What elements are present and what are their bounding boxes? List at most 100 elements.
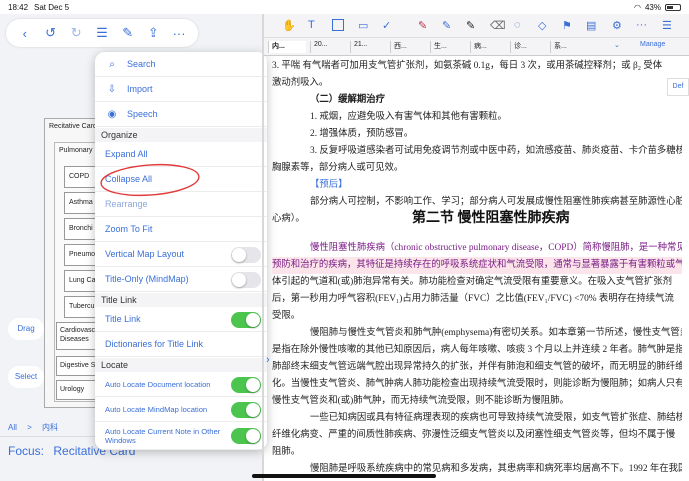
mindmap-node-label: COPD [69,173,90,180]
breadcrumb: All > 内科 [8,422,58,433]
hand-icon[interactable]: ✋ [282,19,296,32]
status-time: 18:42 [8,3,29,12]
menu-dictionaries[interactable]: Dictionaries for Title Link [95,332,267,357]
chevron-down-icon[interactable]: ⌄ [614,41,620,49]
breadcrumb-separator: > [27,423,32,432]
undo-icon[interactable]: ↺ [43,25,59,41]
mindmap-node-label: Lung Ca [69,277,96,284]
pen-red-icon[interactable]: ✎ [418,19,427,32]
doc-heading: （二）缓解期治疗 [310,95,386,105]
tab-6[interactable]: 病... [470,41,506,53]
doc-line: 2. 增强体质，预防感冒。 [310,129,414,139]
pages-icon[interactable]: ☰ [662,19,672,32]
menu-title-link[interactable]: Title Link [95,307,267,332]
vertical-map-layout-toggle[interactable] [231,247,261,263]
menu-label: Search [127,59,156,69]
lasso-icon[interactable]: ◌ [514,19,521,31]
drag-button[interactable]: Drag [8,318,44,340]
shapes-icon[interactable]: ◇ [538,19,546,32]
select-button[interactable]: Select [8,366,44,388]
manage-button[interactable]: Manage [640,41,665,48]
more-icon[interactable]: ··· [171,26,187,41]
bookmark-icon[interactable]: ⚑ [562,19,572,32]
mindmap-node-pulmonary[interactable]: Pulmonary [59,147,92,154]
eraser-icon[interactable]: ⌫ [490,19,506,32]
document-tabs: 内... 20... 21... 西... 生... 病... 诊... 系..… [264,38,689,56]
doc-line: 阻肺。 [272,447,301,457]
split-divider[interactable] [262,14,264,481]
doc-line: 慢阻肺与慢性支气管炎和肺气肿(emphysema)有密切关系。如本章第一节所述，… [310,328,682,338]
menu-auto-locate-mindmap[interactable]: Auto Locate MindMap location [95,397,267,422]
status-right: ◠ 43% [634,3,681,12]
doc-line: 化。当慢性支气管炎、肺气肿病人肺功能检查出现持续气流受限时，则能诊断为慢阻肺；如… [272,379,682,389]
search-icon: ⌕ [109,58,115,70]
breadcrumb-item[interactable]: 内科 [42,423,58,432]
pen-black-icon[interactable]: ✎ [466,19,475,32]
menu-label: Dictionaries for Title Link [105,339,204,349]
check-icon[interactable]: ✓ [382,19,391,32]
document-page: 3. 平喘 有气喘者可加用支气管扩张剂，如氨茶碱 0.1g，每日 3 次，或用茶… [272,58,684,478]
redo-icon[interactable]: ↻ [68,25,84,41]
tab-8[interactable]: 系... [550,41,586,53]
chevron-right-icon[interactable]: › [266,354,270,366]
title-link-toggle[interactable] [231,312,261,328]
menu-import[interactable]: ⇩ Import [95,77,267,102]
menu-search[interactable]: ⌕ Search [95,52,267,77]
tab-3[interactable]: 21... [350,41,386,53]
note-icon[interactable]: ▤ [586,19,596,32]
list-icon[interactable]: ☰ [94,25,110,41]
menu-label: Import [127,84,153,94]
mindmap-node-label: Bronchi [69,225,93,232]
organize-header: Organize [95,128,267,142]
menu-label: Expand All [105,149,148,159]
mindmap-node-label: Asthma [69,199,93,206]
auto-locate-note-toggle[interactable] [231,428,261,444]
menu-auto-locate-note[interactable]: Auto Locate Current Note in Other Window… [95,422,267,450]
share-icon[interactable]: ⇪ [145,25,161,41]
doc-line: 肺部终末细支气管远端气腔出现异常持久的扩张，并伴有肺泡和细支气管的破坏，而无明显… [272,362,682,372]
auto-locate-document-toggle[interactable] [231,377,261,393]
menu-label: Zoom To Fit [105,224,153,234]
mindmap-node-label: Urology [60,386,85,393]
doc-line: 3. 平喘 有气喘者可加用支气管扩张剂，如氨茶碱 0.1g，每日 3 次，或用茶… [272,61,663,71]
more-icon[interactable]: ··· [636,19,647,31]
tab-1[interactable]: 内... [268,41,306,53]
rectangle-select-icon[interactable] [332,19,344,31]
doc-line: 胸腺素等，部分病人或可见效。 [272,163,404,173]
text-select-icon[interactable]: T [308,19,315,31]
menu-speech[interactable]: ◉ Speech [95,102,267,127]
pen-blue-icon[interactable]: ✎ [442,19,451,32]
battery-icon [665,4,681,11]
tab-4[interactable]: 西... [390,41,426,53]
chevron-left-icon[interactable]: ‹ [17,26,33,41]
menu-auto-locate-document[interactable]: Auto Locate Document location [95,372,267,397]
mindmap-root[interactable]: Recitative Card [49,123,97,130]
edit-icon[interactable]: ✎ [120,25,136,41]
tab-5[interactable]: 生... [430,41,466,53]
doc-line: 激动剂吸入。 [272,78,329,88]
doc-prognosis: 【预后】 [310,180,348,190]
menu-label: Auto Locate MindMap location [105,404,208,414]
mindmap-toolbar: ‹ ↺ ↻ ☰ ✎ ⇪ ··· [6,19,198,47]
menu-label: Auto Locate Current Note in Other Window… [105,426,221,445]
doc-line: 后，第一秒用力呼气容积(FEV₁)占用力肺活量（FVC）之比值(FEV₁/FVC… [272,294,674,304]
menu-title-only[interactable]: Title-Only (MindMap) [95,267,267,292]
home-indicator [252,474,436,478]
tab-2[interactable]: 20... [310,41,346,53]
menu-label: Vertical Map Layout [105,249,185,259]
section-heading: 第二节 慢性阻塞性肺疾病 [412,211,570,226]
image-icon[interactable]: ▭ [358,19,368,32]
definition-button[interactable]: Def [667,78,689,96]
options-popover: ⌕ Search ⇩ Import ◉ Speech Organize Expand … [95,52,267,450]
settings-icon[interactable]: ⚙ [612,19,622,32]
breadcrumb-all[interactable]: All [8,423,17,432]
menu-zoom-to-fit[interactable]: Zoom To Fit [95,217,267,242]
menu-label: Title Link [105,314,141,324]
title-only-toggle[interactable] [231,272,261,288]
tab-7[interactable]: 诊... [510,41,546,53]
status-bar: 18:42 Sat Dec 5 ◠ 43% [0,0,689,14]
auto-locate-mindmap-toggle[interactable] [231,402,261,418]
menu-vertical-map-layout[interactable]: Vertical Map Layout [95,242,267,267]
battery-percent: 43% [644,3,661,12]
doc-line: 3. 反复呼吸道感染者可试用免疫调节剂或中医中药，如流感疫苗、肺炎疫苗、卡介苗多… [310,146,682,156]
